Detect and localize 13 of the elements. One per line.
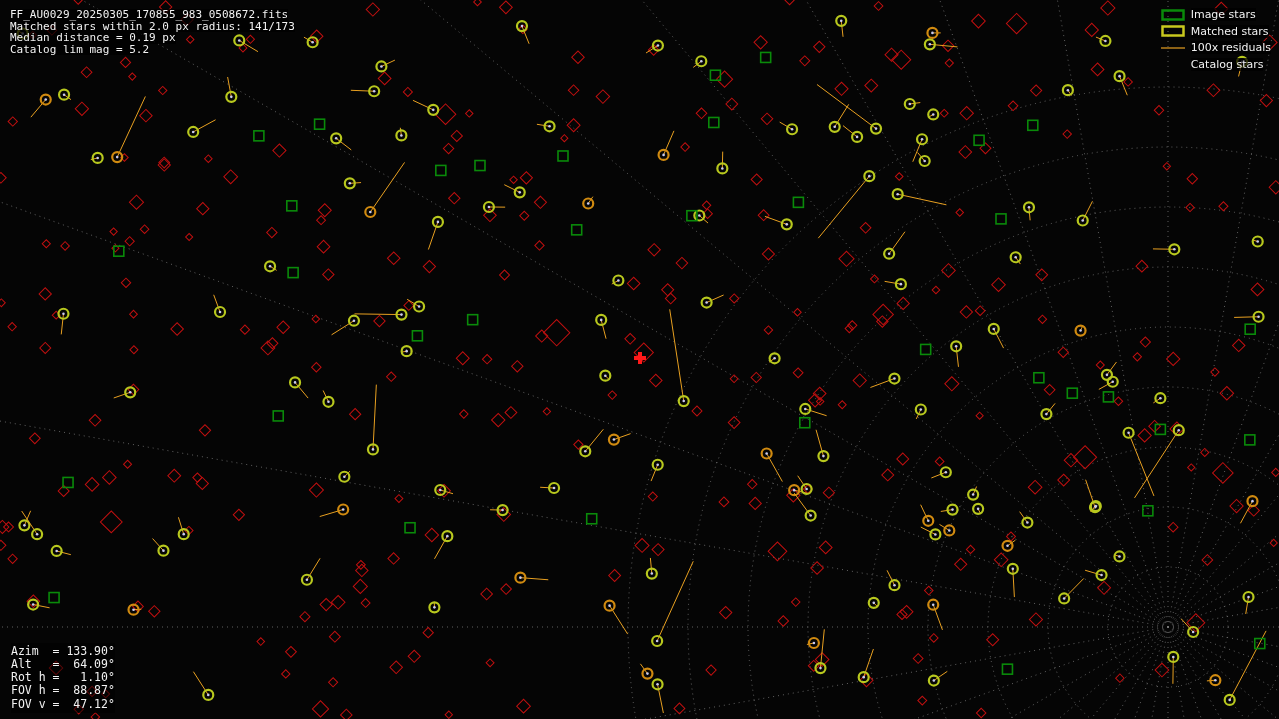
- info-text: FF_AU0029_20250305_170855_983_0508672.fits: [10, 9, 289, 21]
- pointing-text: Alt = 64.09°: [11, 657, 115, 671]
- pointing-text: Rot h = 1.10°: [11, 671, 115, 685]
- pointing-text: Azim = 133.90°: [11, 644, 115, 658]
- legend-label: Catalog stars: [1190, 57, 1264, 71]
- info-text: Median distance = 0.19 px: [10, 32, 176, 44]
- legend-label: Image stars: [1190, 8, 1256, 22]
- legend-label: Matched stars: [1190, 24, 1269, 38]
- pointing-text: FOV h = 88.87°: [11, 684, 115, 698]
- line-icon: [1160, 45, 1185, 50]
- pointing-text: FOV v = 47.12°: [11, 697, 115, 711]
- cross-icon: [634, 352, 646, 364]
- legend-label: 100x residuals: [1190, 41, 1271, 55]
